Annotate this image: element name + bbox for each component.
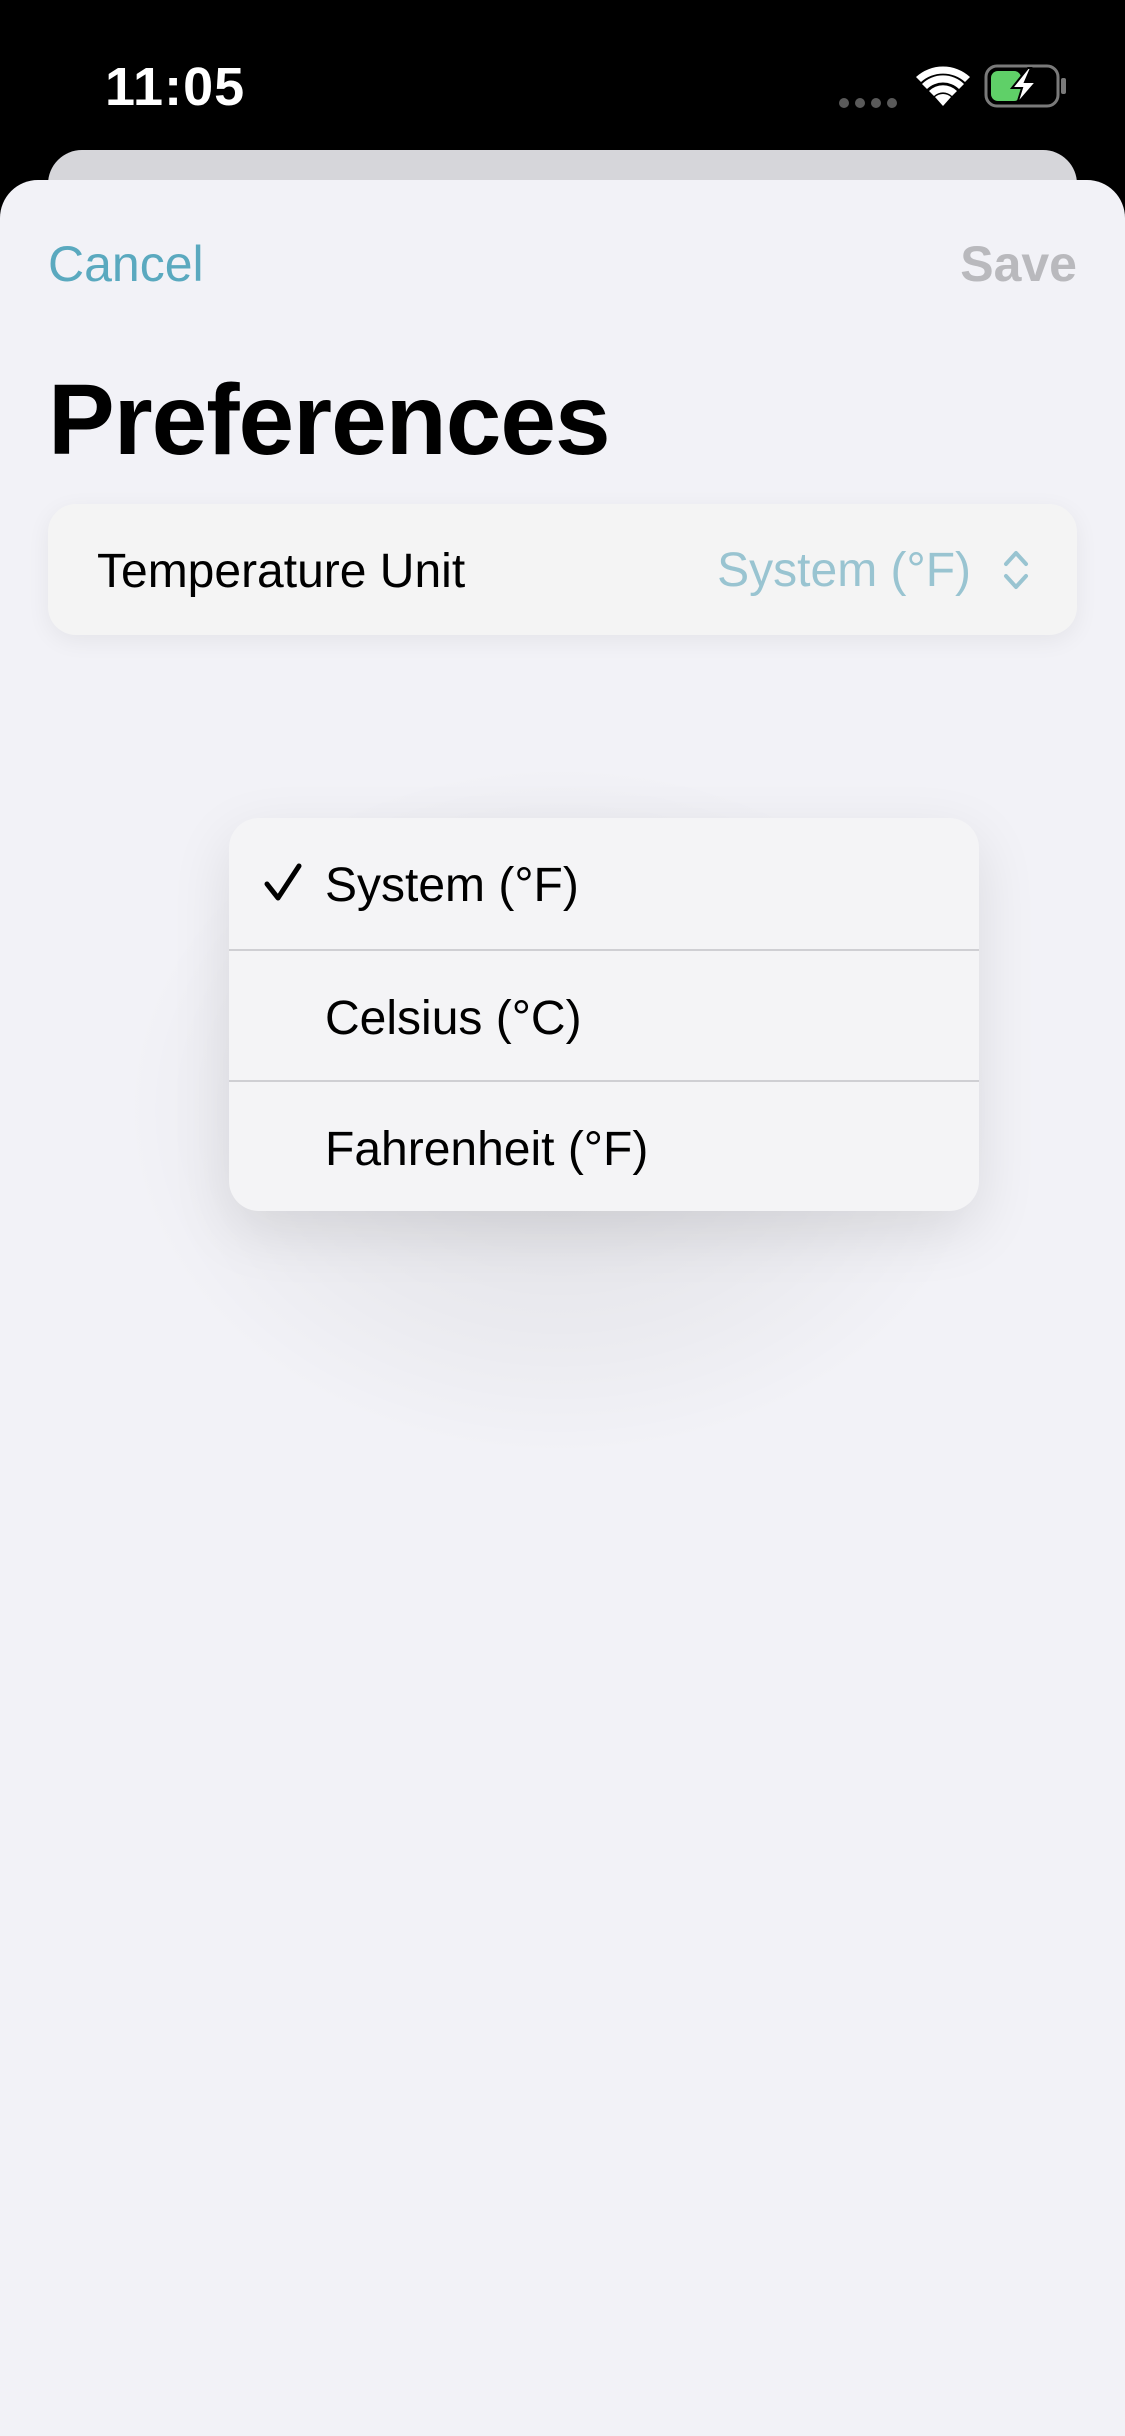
chevron-up-down-icon[interactable] [1001,546,1031,594]
page-title: Preferences [48,364,611,476]
wifi-icon [916,66,970,106]
cancel-button[interactable]: Cancel [48,235,204,293]
menu-item-system[interactable]: System (°F) [229,818,979,949]
temperature-unit-label: Temperature Unit [97,545,466,598]
menu-item-celsius[interactable]: Celsius (°C) [229,949,979,1080]
signal-icon [839,98,897,108]
temperature-unit-row[interactable]: Temperature Unit System (°F) [48,504,1077,635]
status-bar: 11:05 [0,0,1125,150]
preferences-sheet: Cancel Save Preferences Temperature Unit… [0,180,1125,2436]
temperature-unit-menu: System (°F) Celsius (°C) Fahrenheit (°F) [229,818,979,1211]
battery-charging-icon [984,64,1066,108]
save-button[interactable]: Save [960,235,1077,293]
status-time: 11:05 [105,57,246,117]
screen: 11:05 Cancel Save Preferences Temperatur… [0,0,1125,2436]
menu-item-fahrenheit[interactable]: Fahrenheit (°F) [229,1080,979,1211]
menu-item-label: Celsius (°C) [325,992,582,1045]
temperature-unit-value[interactable]: System (°F) [717,543,971,598]
menu-item-label: System (°F) [325,859,579,912]
checkmark-icon [264,863,302,901]
menu-item-label: Fahrenheit (°F) [325,1123,649,1176]
